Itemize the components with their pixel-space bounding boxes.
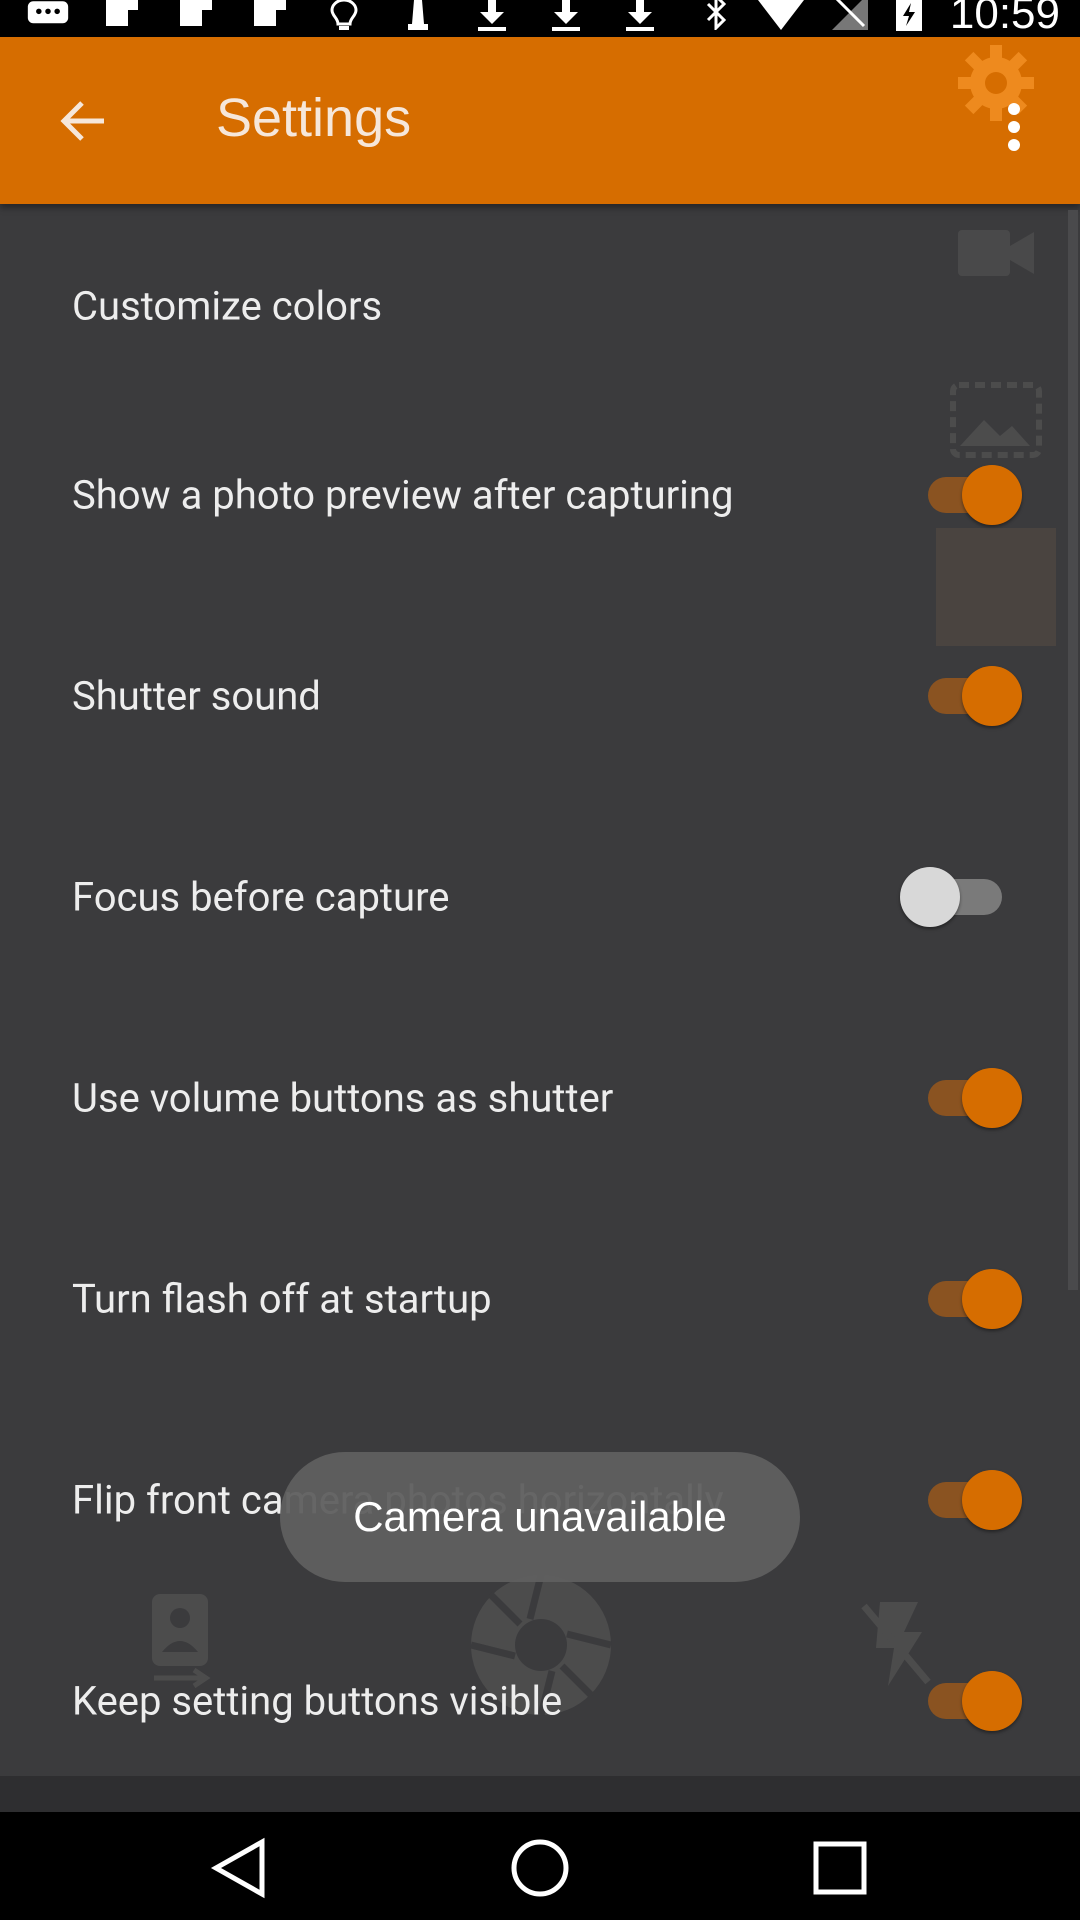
volume-shutter-toggle[interactable] — [922, 1068, 1022, 1128]
nav-home-button[interactable] — [500, 1828, 580, 1908]
setting-keep-buttons-visible[interactable]: Keep setting buttons visible — [0, 1641, 1080, 1761]
status-system-icons: 10:59 — [704, 0, 1060, 38]
download-icon — [544, 0, 588, 34]
more-vert-icon — [1004, 103, 1024, 151]
flash-off-startup-toggle[interactable] — [922, 1269, 1022, 1329]
chess-icon — [396, 0, 440, 34]
overflow-menu-button[interactable] — [1004, 97, 1024, 187]
nav-back-button[interactable] — [200, 1828, 280, 1908]
setting-flash-off-startup[interactable]: Turn flash off at startup — [0, 1239, 1080, 1359]
app-bar: Settings — [0, 37, 1080, 204]
notification-icon — [174, 0, 218, 34]
setting-label: Focus before capture — [72, 873, 450, 921]
download-icon — [618, 0, 662, 34]
bluetooth-icon — [704, 0, 730, 34]
setting-label: Use volume buttons as shutter — [72, 1074, 614, 1122]
notification-icon — [248, 0, 292, 34]
lightbulb-icon — [322, 0, 366, 34]
setting-label: Shutter sound — [72, 672, 321, 720]
toast-message: Camera unavailable — [280, 1452, 800, 1582]
setting-shutter-sound[interactable]: Shutter sound — [0, 636, 1080, 756]
focus-before-capture-toggle[interactable] — [900, 867, 1022, 927]
setting-photo-preview[interactable]: Show a photo preview after capturing — [0, 435, 1080, 555]
gear-icon — [956, 43, 1036, 123]
status-time: 10:59 — [949, 0, 1060, 38]
setting-label: Turn flash off at startup — [72, 1275, 492, 1323]
page-title: Settings — [216, 88, 412, 148]
wifi-icon — [757, 0, 804, 34]
navigation-bar — [0, 1812, 1080, 1920]
setting-label: Show a photo preview after capturing — [72, 471, 734, 519]
setting-customize-colors[interactable]: Customize colors — [0, 246, 1080, 366]
download-icon — [470, 0, 514, 34]
notification-icon — [100, 0, 144, 34]
status-bar: 10:59 — [0, 0, 1080, 37]
keep-buttons-visible-toggle[interactable] — [922, 1671, 1022, 1731]
bottom-bar — [0, 1776, 1080, 1812]
setting-focus-before-capture[interactable]: Focus before capture — [0, 837, 1080, 957]
flip-front-camera-toggle[interactable] — [922, 1470, 1022, 1530]
arrow-left-icon — [56, 101, 112, 149]
photo-preview-toggle[interactable] — [922, 465, 1022, 525]
shutter-sound-toggle[interactable] — [922, 666, 1022, 726]
battery-charging-icon — [895, 0, 922, 35]
setting-label: Customize colors — [72, 282, 383, 330]
setting-volume-shutter[interactable]: Use volume buttons as shutter — [0, 1038, 1080, 1158]
setting-label: Keep setting buttons visible — [72, 1677, 563, 1725]
nav-recents-button[interactable] — [800, 1828, 880, 1908]
status-notification-icons — [26, 0, 662, 37]
chat-icon — [26, 0, 70, 34]
no-sim-icon — [831, 0, 868, 34]
back-button[interactable] — [56, 97, 112, 145]
